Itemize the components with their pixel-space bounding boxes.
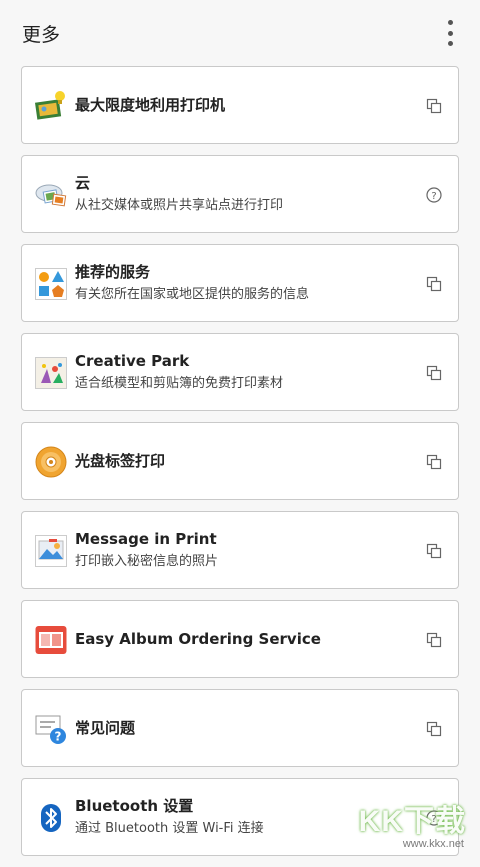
open-external-icon[interactable]	[426, 276, 442, 292]
item-title: Creative Park	[75, 351, 190, 370]
printer-tips-icon	[35, 90, 67, 122]
disc-icon	[35, 446, 67, 478]
item-title: Easy Album Ordering Service	[75, 630, 321, 648]
item-recommended-services[interactable]: 推荐的服务 有关您所在国家或地区提供的服务的信息	[21, 244, 459, 322]
item-title: 常见问题	[75, 719, 136, 737]
item-title: Message in Print	[75, 529, 217, 548]
open-external-icon[interactable]	[426, 454, 442, 470]
album-icon	[35, 624, 67, 656]
page-title: 更多	[22, 24, 61, 46]
item-subtitle: 适合纸模型和剪贴簿的免费打印素材	[75, 375, 284, 391]
item-subtitle: 从社交媒体或照片共享站点进行打印	[75, 197, 284, 213]
item-printer-tips[interactable]: 最大限度地利用打印机	[21, 66, 459, 144]
item-cloud[interactable]: 云 从社交媒体或照片共享站点进行打印 ?	[21, 155, 459, 233]
open-external-icon[interactable]	[426, 98, 442, 114]
item-subtitle: 有关您所在国家或地区提供的服务的信息	[75, 286, 310, 302]
open-external-icon[interactable]	[426, 365, 442, 381]
item-title: 最大限度地利用打印机	[75, 96, 226, 114]
watermark: KK下载 www.kkx.net	[350, 796, 474, 852]
more-vert-icon[interactable]	[442, 20, 458, 46]
faq-icon: ?	[35, 713, 67, 745]
cloud-photos-icon	[35, 179, 67, 211]
open-external-icon[interactable]	[426, 632, 442, 648]
item-title: 推荐的服务	[75, 262, 151, 281]
more-list: 最大限度地利用打印机 云 从社交媒体或照片共享站点进行打印 ? 推荐的服务 有关…	[21, 66, 459, 867]
item-disc-label[interactable]: 光盘标签打印	[21, 422, 459, 500]
item-title: 云	[75, 173, 91, 192]
watermark-logo-text: KK下载	[358, 805, 466, 838]
item-title: 光盘标签打印	[75, 452, 166, 470]
open-external-icon[interactable]	[426, 721, 442, 737]
item-easy-album[interactable]: Easy Album Ordering Service	[21, 600, 459, 678]
open-external-icon[interactable]	[426, 543, 442, 559]
app-header: 更多	[0, 0, 480, 66]
help-icon[interactable]: ?	[426, 187, 442, 203]
item-faq[interactable]: ? 常见问题	[21, 689, 459, 767]
item-creative-park[interactable]: Creative Park 适合纸模型和剪贴簿的免费打印素材	[21, 333, 459, 411]
svg-text:?: ?	[55, 730, 62, 744]
watermark-url: www.kkx.net	[402, 838, 464, 850]
message-print-icon	[35, 535, 67, 567]
item-subtitle: 打印嵌入秘密信息的照片	[75, 553, 219, 569]
services-shapes-icon	[35, 268, 67, 300]
svg-text:?: ?	[431, 191, 436, 202]
bluetooth-icon	[35, 802, 67, 834]
creative-park-icon	[35, 357, 67, 389]
item-message-in-print[interactable]: Message in Print 打印嵌入秘密信息的照片	[21, 511, 459, 589]
